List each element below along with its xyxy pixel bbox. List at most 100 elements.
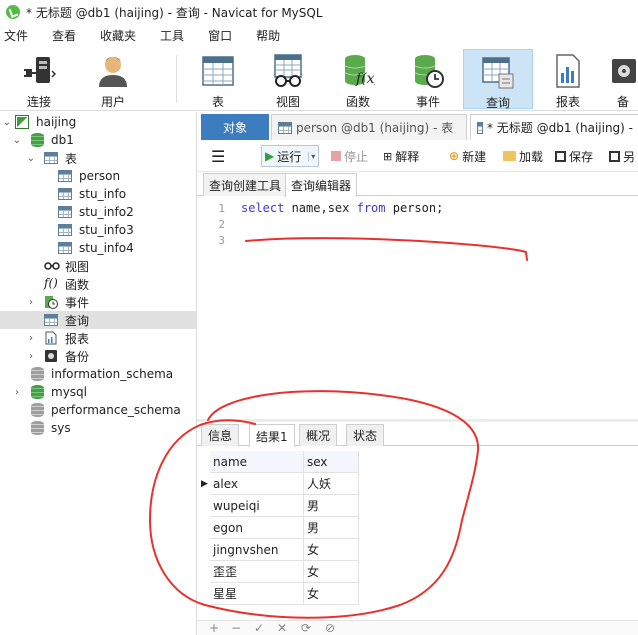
stop-button[interactable]: 停止: [331, 145, 368, 167]
function-label: 函数: [345, 95, 370, 109]
sql-editor[interactable]: 1 2 3 select name,sex from person;: [197, 197, 638, 419]
tree-connection-haijing[interactable]: ⌄ haijing: [0, 113, 197, 131]
stop-icon[interactable]: ⊘: [325, 621, 335, 635]
table-cell[interactable]: 人妖: [304, 473, 359, 495]
explain-icon: ⊞: [383, 149, 393, 163]
add-record-icon[interactable]: +: [209, 621, 219, 635]
menu-file[interactable]: 文件: [0, 27, 38, 44]
table-icon: [201, 53, 235, 89]
tab-query-builder[interactable]: 查询创建工具: [203, 173, 288, 196]
tree-label: performance_schema: [51, 403, 181, 417]
tab-status[interactable]: 状态: [346, 424, 385, 446]
expand-chevron-icon[interactable]: ⌄: [12, 135, 22, 146]
user-button[interactable]: 用户: [78, 49, 148, 109]
delete-record-icon[interactable]: −: [231, 621, 241, 635]
table-cell[interactable]: 星星: [210, 583, 304, 605]
tree-label: 查询: [65, 313, 90, 328]
backup-button[interactable]: 备: [603, 49, 638, 109]
table-cell[interactable]: 女: [304, 539, 359, 561]
table-cell[interactable]: 男: [304, 517, 359, 539]
tab-query-editor[interactable]: 查询编辑器: [285, 173, 358, 197]
main-toolbar: 连接 用户 表 视图 f(x 函数 事件 查询 报表 备: [0, 47, 638, 111]
result-tabs: 信息 结果1 概况 状态: [197, 422, 638, 447]
tree-table-person[interactable]: person: [0, 167, 197, 185]
database-icon: [31, 367, 44, 381]
view-icon: [271, 53, 305, 89]
tree-label: db1: [51, 133, 74, 147]
tree-db-performance_schema[interactable]: performance_schema: [0, 401, 197, 419]
expand-chevron-icon[interactable]: ›: [12, 387, 22, 398]
tab-objects[interactable]: 对象: [201, 114, 269, 140]
connect-button[interactable]: 连接: [4, 49, 74, 109]
report-icon: [551, 53, 585, 89]
tree-views[interactable]: 视图: [0, 257, 197, 275]
tab-untitled-query[interactable]: * 无标题 @db1 (haijing) -: [470, 114, 638, 140]
report-button[interactable]: 报表: [533, 49, 603, 109]
menu-view[interactable]: 查看: [50, 27, 86, 44]
load-button[interactable]: 加载: [503, 145, 543, 167]
column-header-name[interactable]: name: [210, 451, 304, 473]
table-cell[interactable]: egon: [210, 517, 304, 539]
expand-chevron-icon[interactable]: ›: [26, 333, 36, 344]
load-label: 加载: [519, 149, 544, 164]
tree-db-sys[interactable]: sys: [0, 419, 197, 437]
discard-changes-icon[interactable]: ✕: [277, 621, 287, 635]
database-icon: [31, 421, 44, 435]
expand-chevron-icon[interactable]: ⌄: [26, 153, 36, 164]
table-button[interactable]: 表: [183, 49, 253, 109]
tree-reports[interactable]: › 报表: [0, 329, 197, 347]
tree-table-stu_info2[interactable]: stu_info2: [0, 203, 197, 221]
toolbar-divider: [176, 55, 177, 103]
tree-db-db1[interactable]: ⌄ db1: [0, 131, 197, 149]
tab-info[interactable]: 信息: [201, 424, 240, 446]
table-cell[interactable]: jingnvshen: [210, 539, 304, 561]
apply-changes-icon[interactable]: ✓: [254, 621, 264, 635]
tree-label: stu_info4: [79, 241, 134, 255]
table-cell[interactable]: wupeiqi: [210, 495, 304, 517]
svg-text:f(x): f(x): [355, 71, 375, 87]
tree-events[interactable]: › 事件: [0, 293, 197, 311]
tree-tables-group[interactable]: ⌄ 表: [0, 149, 197, 167]
table-icon: [44, 152, 58, 164]
save-button[interactable]: 保存: [555, 145, 593, 167]
tree-table-stu_info[interactable]: stu_info: [0, 185, 197, 203]
menu-favorites[interactable]: 收藏夹: [98, 27, 146, 44]
menu-tools[interactable]: 工具: [158, 27, 194, 44]
view-button[interactable]: 视图: [253, 49, 323, 109]
tree-table-stu_info4[interactable]: stu_info4: [0, 239, 197, 257]
tab-person-table[interactable]: person @db1 (haijing) - 表: [271, 114, 467, 140]
tab-profile[interactable]: 概况: [299, 424, 338, 446]
function-button[interactable]: f(x) 函数: [323, 49, 393, 109]
query-button[interactable]: 查询: [463, 49, 533, 110]
column-header-sex[interactable]: sex: [304, 451, 359, 473]
tree-queries[interactable]: 查询: [0, 311, 197, 329]
table-cell[interactable]: 女: [304, 583, 359, 605]
expand-chevron-icon[interactable]: ›: [26, 351, 36, 362]
tab-result-1[interactable]: 结果1: [249, 424, 295, 447]
tree-db-mysql[interactable]: › mysql: [0, 383, 197, 401]
tab-label: person @db1 (haijing) - 表: [296, 121, 454, 135]
backup-icon: [606, 53, 638, 89]
menu-window[interactable]: 窗口: [206, 27, 242, 44]
tree-db-information_schema[interactable]: information_schema: [0, 365, 197, 383]
new-icon: ⊕: [449, 149, 460, 163]
tree-table-stu_info3[interactable]: stu_info3: [0, 221, 197, 239]
run-button[interactable]: ▶ 运行 ▾: [261, 145, 320, 167]
new-query-button[interactable]: ⊕ 新建: [449, 145, 486, 167]
table-cell[interactable]: alex: [210, 473, 304, 495]
table-icon: [58, 206, 72, 218]
dropdown-arrow-icon[interactable]: ▾: [308, 151, 315, 161]
table-cell[interactable]: 女: [304, 561, 359, 583]
table-cell[interactable]: 男: [304, 495, 359, 517]
expand-chevron-icon[interactable]: ›: [26, 297, 36, 308]
event-button[interactable]: 事件: [393, 49, 463, 109]
tree-functions[interactable]: f() 函数: [0, 275, 197, 293]
menu-help[interactable]: 帮助: [254, 27, 290, 44]
save-as-button[interactable]: 另: [609, 145, 635, 167]
hamburger-menu-icon[interactable]: ☰: [211, 145, 225, 167]
table-cell[interactable]: 歪歪: [210, 561, 304, 583]
expand-chevron-icon[interactable]: ⌄: [2, 117, 12, 128]
tree-backups[interactable]: › 备份: [0, 347, 197, 365]
explain-button[interactable]: ⊞ 解释: [383, 145, 419, 167]
refresh-icon[interactable]: ⟳: [301, 621, 311, 635]
